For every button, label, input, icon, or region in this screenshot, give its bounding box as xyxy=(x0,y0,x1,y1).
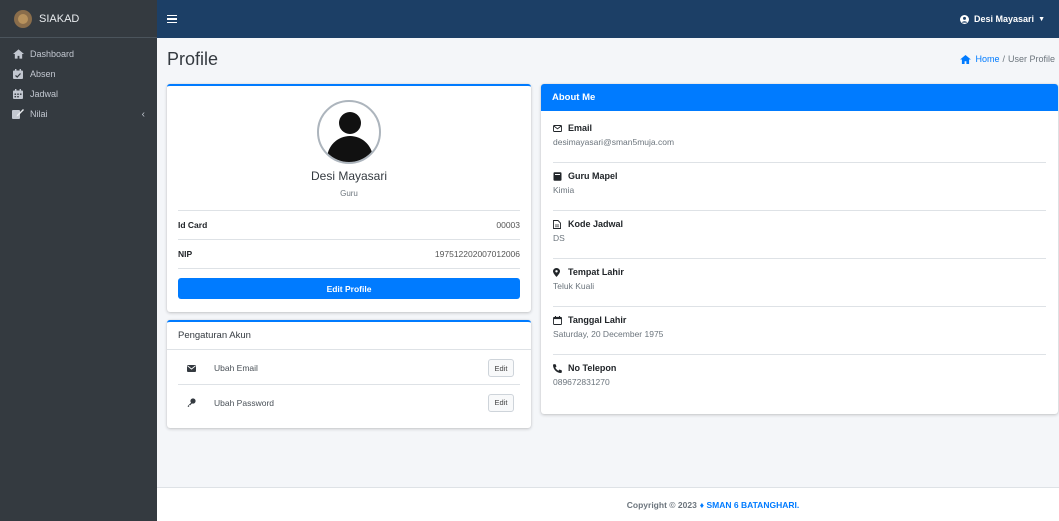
breadcrumb-current: User Profile xyxy=(1007,54,1055,64)
breadcrumb-home[interactable]: Home xyxy=(960,54,999,64)
calendar-outline-icon xyxy=(553,315,564,325)
sidebar-item-absen[interactable]: Absen xyxy=(0,64,157,84)
about-value: desimayasari@sman5muja.com xyxy=(553,137,675,147)
about-value: 089672831270 xyxy=(553,377,610,387)
sidebar-item-label: Nilai xyxy=(30,109,48,119)
about-tanggal-lahir: Tanggal Lahir Saturday, 20 December 1975 xyxy=(553,307,1046,355)
row-value: 197512202007012006 xyxy=(434,249,520,259)
sidebar-item-nilai[interactable]: Nilai ‹ xyxy=(0,104,157,124)
about-value: Kimia xyxy=(553,185,575,195)
profile-card: Desi Mayasari Guru Id Card 00003 NIP 197… xyxy=(167,84,531,312)
sidebar-item-label: Dashboard xyxy=(30,49,75,59)
phone-icon xyxy=(553,363,564,373)
edit-email-button[interactable]: Edit xyxy=(488,359,514,377)
about-tempat-lahir: Tempat Lahir Teluk Kuali xyxy=(553,259,1046,307)
about-no-telepon: No Telepon 089672831270 xyxy=(553,355,1046,403)
edit-profile-button[interactable]: Edit Profile xyxy=(178,278,520,299)
sidebar: SIAKAD Dashboard Absen Jadwal Nilai ‹ xyxy=(0,0,157,521)
home-icon xyxy=(960,54,972,64)
calendar-icon xyxy=(11,89,25,99)
sidebar-menu: Dashboard Absen Jadwal Nilai ‹ xyxy=(0,38,157,124)
ubah-password-label: Ubah Password xyxy=(214,397,275,408)
about-guru-mapel: Guru Mapel Kimia xyxy=(553,163,1046,211)
sidebar-item-dashboard[interactable]: Dashboard xyxy=(0,44,157,64)
edit-icon xyxy=(11,109,25,119)
ubah-email-label: Ubah Email xyxy=(214,363,258,373)
key-icon xyxy=(184,398,198,407)
avatar xyxy=(317,100,381,164)
row-label: NIP xyxy=(178,249,193,259)
about-value: Teluk Kuali xyxy=(553,281,595,291)
brand-name: SIAKAD xyxy=(39,12,80,25)
calendar-check-icon xyxy=(11,69,25,79)
home-icon xyxy=(11,49,25,59)
about-value: Saturday, 20 December 1975 xyxy=(553,329,664,339)
caret-down-icon: ▼ xyxy=(1038,15,1045,23)
page-title: Profile xyxy=(167,49,219,69)
profile-row-nip: NIP 197512202007012006 xyxy=(178,239,520,268)
file-icon xyxy=(553,219,564,229)
footer: Copyright © 2023 ♦ SMAN 6 BATANGHARI. xyxy=(157,487,1059,521)
sidebar-item-label: Jadwal xyxy=(30,89,59,99)
envelope-outline-icon xyxy=(553,124,564,132)
about-me-title: About Me xyxy=(541,84,1058,111)
profile-role: Guru xyxy=(340,189,358,198)
row-label: Id Card xyxy=(178,220,208,230)
account-settings-card: Pengaturan Akun Ubah Email Edit Ubah Pas… xyxy=(167,320,531,428)
footer-school-link[interactable]: ♦ SMAN 6 BATANGHARI. xyxy=(700,500,799,510)
ubah-email-row: Ubah Email Edit xyxy=(178,352,520,385)
breadcrumb: Home / User Profile xyxy=(960,54,1055,64)
about-kode-jadwal: Kode Jadwal DS xyxy=(553,211,1046,259)
profile-name: Desi Mayasari xyxy=(310,169,388,183)
envelope-icon xyxy=(184,364,198,372)
sidebar-item-jadwal[interactable]: Jadwal xyxy=(0,84,157,104)
edit-password-button[interactable]: Edit xyxy=(488,393,514,412)
sidebar-item-label: Absen xyxy=(30,69,56,79)
book-icon xyxy=(553,171,564,181)
row-value: 00003 xyxy=(496,220,520,230)
about-label: Kode Jadwal xyxy=(568,219,624,229)
chevron-left-icon: ‹ xyxy=(141,108,145,120)
about-label: No Telepon xyxy=(568,363,617,373)
ubah-password-row: Ubah Password Edit xyxy=(178,386,520,419)
footer-copyright: Copyright © 2023 xyxy=(626,499,697,510)
about-label: Guru Mapel xyxy=(568,171,618,181)
breadcrumb-home-label: Home xyxy=(975,54,1000,64)
about-label: Tanggal Lahir xyxy=(568,315,627,325)
profile-row-idcard: Id Card 00003 xyxy=(178,210,520,239)
topbar: Desi Mayasari ▼ xyxy=(157,0,1059,38)
about-label: Email xyxy=(568,123,593,133)
brand-logo-icon xyxy=(14,9,32,28)
about-value: DS xyxy=(553,233,565,243)
account-settings-title: Pengaturan Akun xyxy=(167,322,531,350)
map-marker-icon xyxy=(553,267,564,277)
brand[interactable]: SIAKAD xyxy=(0,0,157,38)
breadcrumb-separator: / xyxy=(1002,54,1005,64)
divider xyxy=(178,268,520,269)
user-dropdown[interactable]: Desi Mayasari ▼ xyxy=(960,14,1045,24)
menu-toggle-icon[interactable] xyxy=(167,14,177,24)
user-name: Desi Mayasari xyxy=(974,14,1035,24)
about-label: Tempat Lahir xyxy=(568,267,624,277)
user-circle-icon xyxy=(960,14,970,24)
about-email: Email desimayasari@sman5muja.com xyxy=(553,115,1046,163)
about-me-card: About Me Email desimayasari@sman5muja.co… xyxy=(541,84,1058,414)
